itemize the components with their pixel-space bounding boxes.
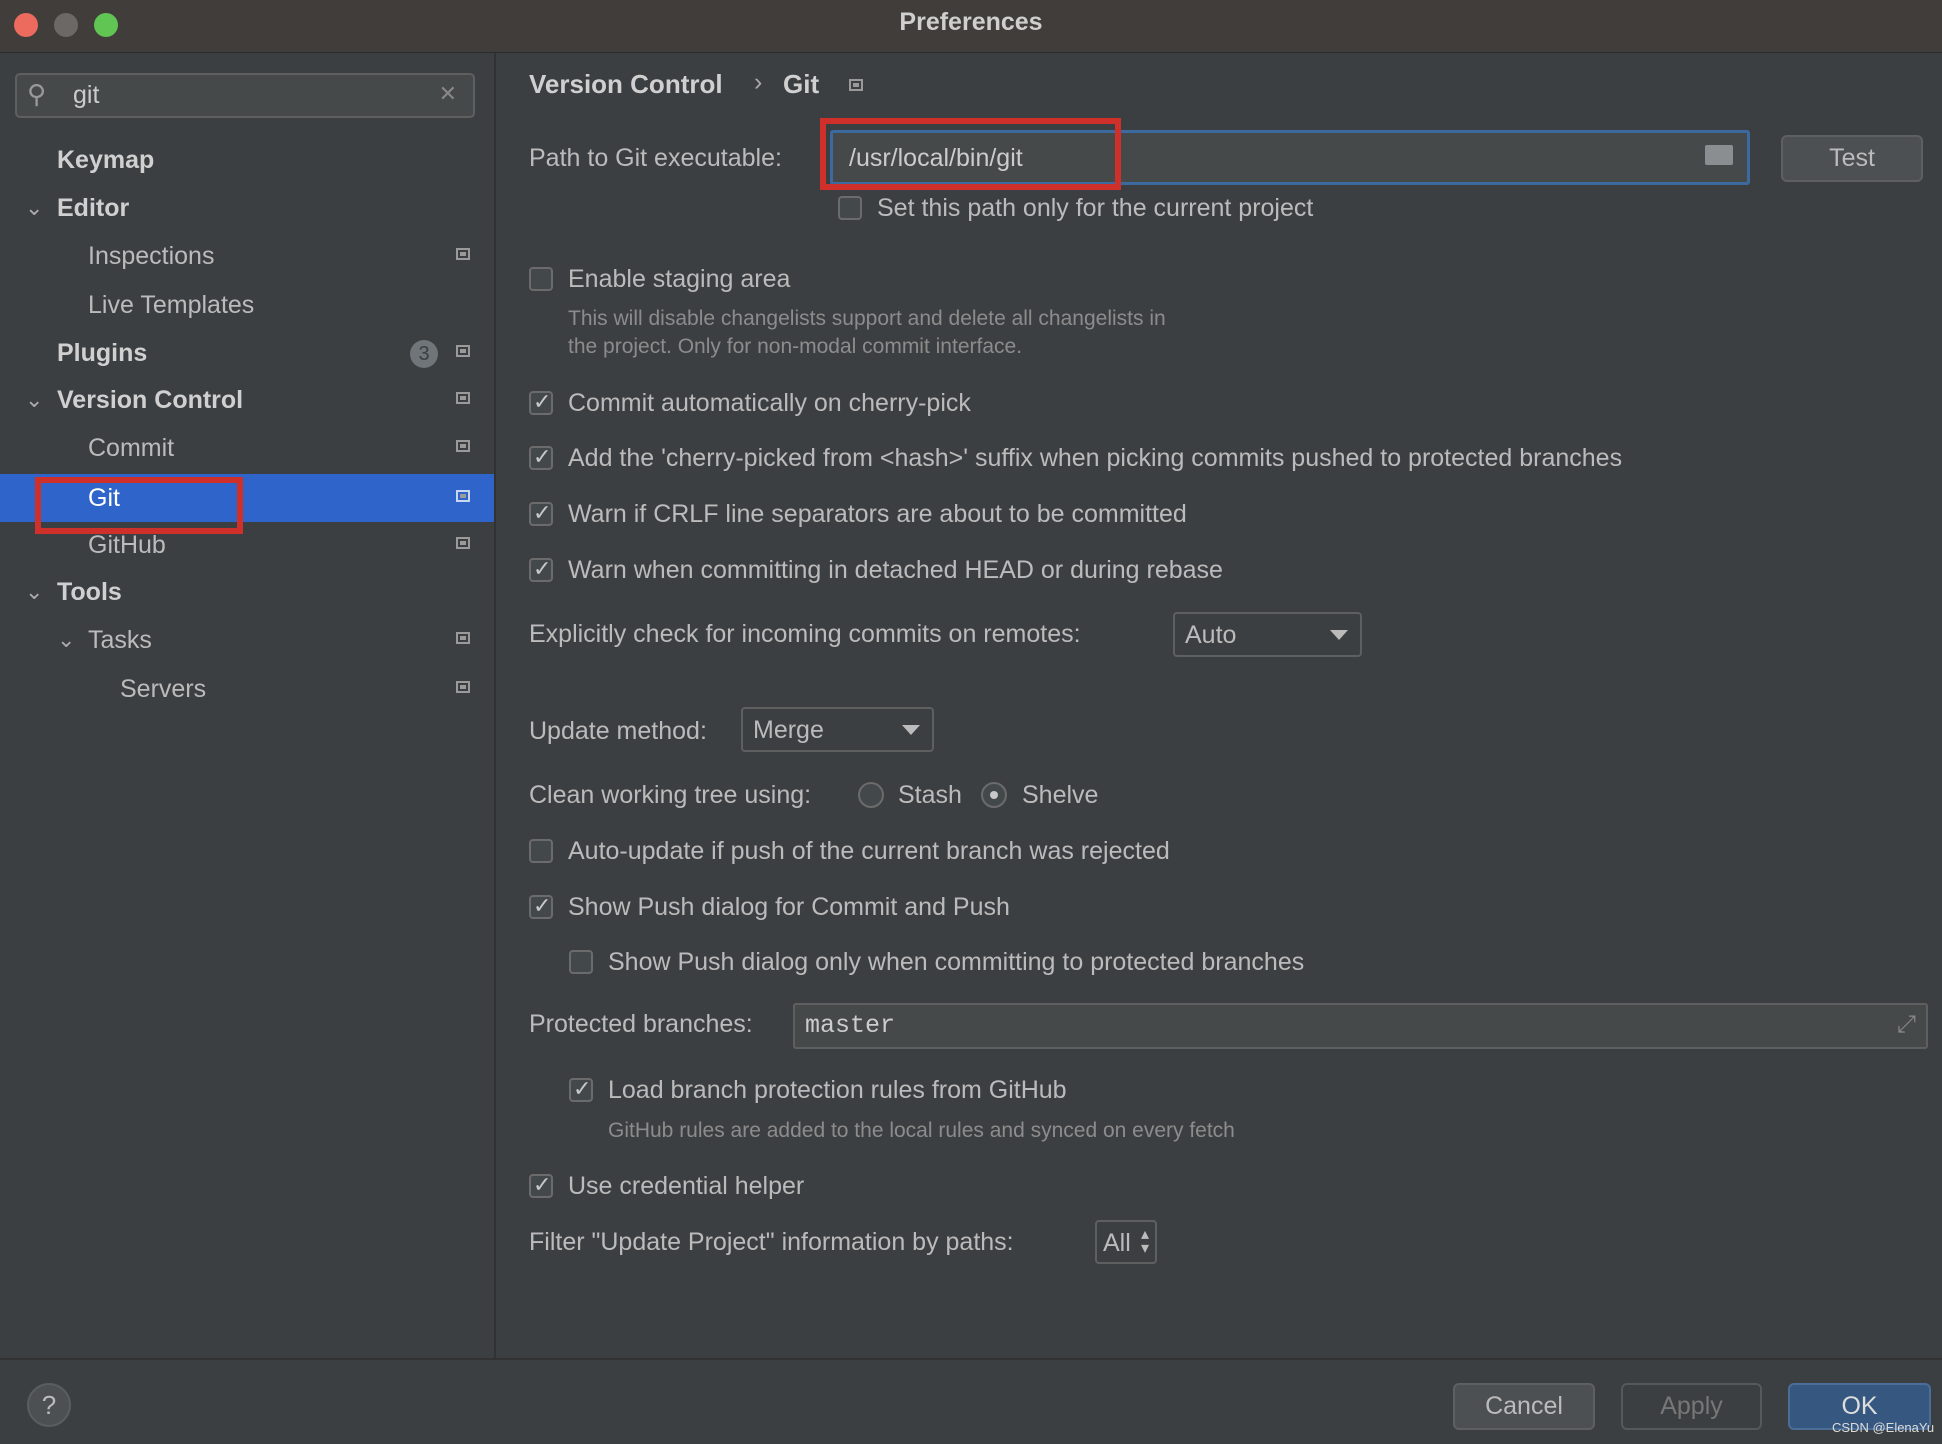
project-settings-icon xyxy=(456,248,470,260)
cherry-picked-suffix-label: Add the 'cherry-picked from <hash>' suff… xyxy=(568,444,1623,472)
sidebar-item-github[interactable]: GitHub xyxy=(0,521,494,569)
shelve-radio[interactable] xyxy=(981,782,1007,808)
incoming-commits-label: Explicitly check for incoming commits on… xyxy=(529,620,1081,648)
project-only-label: Set this path only for the current proje… xyxy=(877,194,1314,222)
test-button[interactable]: Test xyxy=(1781,135,1923,182)
project-settings-icon xyxy=(456,345,470,357)
sidebar-item-commit[interactable]: Commit xyxy=(0,424,494,472)
project-settings-icon xyxy=(456,392,470,404)
chevron-down-icon[interactable]: ⌄ xyxy=(25,184,43,232)
dropdown-arrow-icon xyxy=(902,725,920,735)
load-protection-rules-label: Load branch protection rules from GitHub xyxy=(608,1076,1067,1104)
sidebar-item-tools[interactable]: ⌄ Tools xyxy=(0,568,494,616)
sidebar-item-label: Inspections xyxy=(88,242,215,270)
project-settings-icon xyxy=(849,79,863,91)
auto-update-checkbox[interactable] xyxy=(529,839,553,863)
cherry-picked-suffix-checkbox[interactable] xyxy=(529,444,553,470)
project-only-checkbox[interactable] xyxy=(838,196,862,220)
sidebar-item-inspections[interactable]: Inspections xyxy=(0,232,494,280)
search-input[interactable]: ⚲ git ✕ xyxy=(15,73,475,118)
sidebar-item-tasks[interactable]: ⌄ Tasks xyxy=(0,616,494,664)
sidebar-item-live-templates[interactable]: Live Templates xyxy=(0,281,494,329)
breadcrumb-parent[interactable]: Version Control xyxy=(529,69,723,99)
credential-helper-checkbox[interactable] xyxy=(529,1172,553,1198)
sidebar-item-editor[interactable]: ⌄ Editor xyxy=(0,184,494,232)
folder-browse-icon[interactable] xyxy=(1705,145,1733,165)
project-settings-icon xyxy=(456,537,470,549)
sidebar-item-label: Editor xyxy=(57,194,130,222)
show-push-dialog-label: Show Push dialog for Commit and Push xyxy=(568,893,1010,921)
protected-branches-value: master xyxy=(805,1011,896,1040)
warn-detached-head-label: Warn when committing in detached HEAD or… xyxy=(568,556,1223,584)
filter-paths-label: Filter "Update Project" information by p… xyxy=(529,1228,1014,1256)
dropdown-value: Auto xyxy=(1185,621,1237,649)
git-path-label: Path to Git executable: xyxy=(529,144,782,172)
show-push-protected-label: Show Push dialog only when committing to… xyxy=(608,948,1305,976)
git-path-highlight-box xyxy=(820,118,1121,190)
filter-paths-select[interactable]: All ▴ ▾ xyxy=(1095,1220,1157,1264)
chevron-down-icon[interactable]: ⌄ xyxy=(57,616,75,664)
sidebar-item-label: GitHub xyxy=(88,531,166,559)
cherry-pick-auto-commit-checkbox[interactable] xyxy=(529,389,553,415)
staging-description-line2: the project. Only for non-modal commit i… xyxy=(568,335,1023,358)
search-icon: ⚲ xyxy=(27,79,47,109)
search-value: git xyxy=(73,81,100,109)
sidebar-item-label: Plugins xyxy=(57,339,148,367)
stash-radio[interactable] xyxy=(858,782,884,808)
project-settings-icon xyxy=(456,490,470,502)
staging-description-line1: This will disable changelists support an… xyxy=(568,307,1166,330)
warn-crlf-checkbox[interactable] xyxy=(529,500,553,526)
project-settings-icon xyxy=(456,681,470,693)
breadcrumb-current: Git xyxy=(783,69,820,99)
chevron-down-icon[interactable]: ⌄ xyxy=(25,568,43,616)
sidebar-item-label: Version Control xyxy=(57,386,244,414)
window-title: Preferences xyxy=(899,8,1043,36)
apply-button[interactable]: Apply xyxy=(1621,1383,1762,1430)
footer-divider xyxy=(0,1358,1942,1360)
sidebar-item-servers[interactable]: Servers xyxy=(0,665,494,713)
plugins-update-badge: 3 xyxy=(410,340,438,368)
project-settings-icon xyxy=(456,440,470,452)
help-button[interactable]: ? xyxy=(27,1383,71,1427)
sidebar-item-version-control[interactable]: ⌄ Version Control xyxy=(0,376,494,424)
enable-staging-label: Enable staging area xyxy=(568,265,791,293)
sidebar-item-label: Tasks xyxy=(88,626,152,654)
warn-detached-head-checkbox[interactable] xyxy=(529,556,553,582)
clean-tree-label: Clean working tree using: xyxy=(529,781,812,809)
sidebar-item-plugins[interactable]: Plugins 3 xyxy=(0,329,494,377)
sidebar-item-label: Servers xyxy=(120,675,207,703)
auto-update-label: Auto-update if push of the current branc… xyxy=(568,837,1170,865)
protected-branches-input[interactable]: master ⤢ xyxy=(793,1003,1928,1049)
warn-crlf-label: Warn if CRLF line separators are about t… xyxy=(568,500,1187,528)
stash-label: Stash xyxy=(898,781,962,809)
dropdown-value: Merge xyxy=(753,716,824,744)
enable-staging-checkbox[interactable] xyxy=(529,267,553,291)
sidebar-item-label: Live Templates xyxy=(88,291,255,319)
sidebar-item-label: Tools xyxy=(57,578,122,606)
load-protection-rules-description: GitHub rules are added to the local rule… xyxy=(608,1119,1235,1142)
load-protection-rules-checkbox[interactable] xyxy=(569,1076,593,1102)
sidebar-item-label: Keymap xyxy=(57,146,155,174)
show-push-protected-checkbox[interactable] xyxy=(569,950,593,974)
select-value: All xyxy=(1103,1229,1131,1257)
project-settings-icon xyxy=(456,632,470,644)
breadcrumb-separator: › xyxy=(754,68,763,96)
cancel-button[interactable]: Cancel xyxy=(1453,1383,1595,1430)
shelve-label: Shelve xyxy=(1022,781,1099,809)
sidebar-item-label: Commit xyxy=(88,434,175,462)
clear-search-icon[interactable]: ✕ xyxy=(439,81,457,107)
expand-icon[interactable]: ⤢ xyxy=(1897,1011,1916,1039)
credential-helper-label: Use credential helper xyxy=(568,1172,805,1200)
cherry-pick-auto-commit-label: Commit automatically on cherry-pick xyxy=(568,389,971,417)
dropdown-arrow-icon xyxy=(1330,630,1348,640)
chevron-down-icon[interactable]: ⌄ xyxy=(25,376,43,424)
watermark: CSDN @ElenaYu xyxy=(1832,1420,1935,1435)
show-push-dialog-checkbox[interactable] xyxy=(529,893,553,919)
updown-arrows-icon: ▴ ▾ xyxy=(1140,1226,1149,1257)
incoming-commits-dropdown[interactable]: Auto xyxy=(1173,612,1362,657)
protected-branches-label: Protected branches: xyxy=(529,1010,753,1038)
update-method-label: Update method: xyxy=(529,717,707,745)
sidebar-item-keymap[interactable]: Keymap xyxy=(0,136,494,184)
update-method-dropdown[interactable]: Merge xyxy=(741,707,934,752)
